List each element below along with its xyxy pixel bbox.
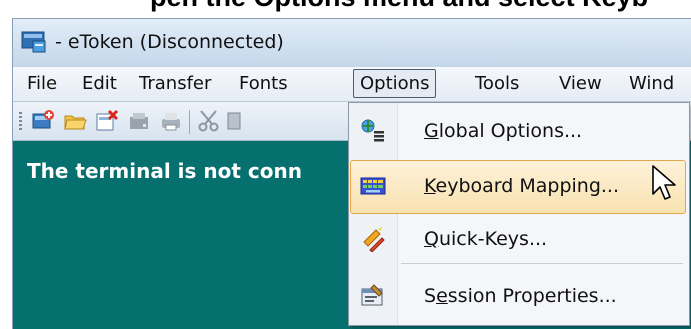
menu-item-label: Keyboard Mapping... bbox=[424, 175, 620, 197]
global-options-icon bbox=[361, 119, 384, 142]
title-bar: - eToken (Disconnected) bbox=[13, 19, 691, 67]
menu-separator bbox=[401, 263, 683, 264]
printer-icon[interactable] bbox=[159, 109, 183, 133]
cut-icon[interactable] bbox=[197, 109, 221, 133]
print-disabled-icon[interactable] bbox=[127, 109, 151, 133]
mouse-cursor-icon bbox=[652, 165, 676, 200]
menu-item-label: Global Options... bbox=[424, 120, 583, 142]
app-icon bbox=[21, 31, 46, 53]
window-title: - eToken (Disconnected) bbox=[55, 31, 284, 53]
new-session-icon[interactable] bbox=[31, 109, 55, 133]
toolbar-separator bbox=[189, 110, 190, 134]
menu-item-session-properties[interactable]: Session Properties... bbox=[351, 271, 685, 323]
menu-options[interactable]: Options bbox=[353, 69, 437, 98]
menu-item-label: Session Properties... bbox=[424, 285, 617, 307]
menu-transfer[interactable]: Transfer bbox=[133, 70, 217, 97]
session-properties-icon bbox=[361, 284, 383, 306]
toolbar-grip[interactable] bbox=[19, 112, 22, 132]
menu-window[interactable]: Wind bbox=[623, 70, 680, 97]
close-session-icon[interactable] bbox=[95, 109, 119, 133]
menu-view[interactable]: View bbox=[553, 70, 608, 97]
menu-item-keyboard-mapping[interactable]: Keyboard Mapping... bbox=[350, 160, 686, 214]
terminal-status-message: The terminal is not conn bbox=[27, 159, 302, 183]
menu-file[interactable]: File bbox=[21, 70, 63, 97]
menu-item-quick-keys[interactable]: Quick-Keys... bbox=[351, 214, 685, 266]
menu-item-label: Quick-Keys... bbox=[424, 228, 548, 250]
copy-icon[interactable] bbox=[227, 109, 241, 133]
menu-bar: File Edit Transfer Fonts Options Tools V… bbox=[13, 67, 691, 102]
cropped-heading-text: pen the Options menu and select Keyb bbox=[150, 0, 691, 12]
quick-keys-icon bbox=[363, 227, 385, 252]
menu-item-global-options[interactable]: Global Options... bbox=[351, 106, 685, 158]
keyboard-icon bbox=[360, 177, 386, 195]
menu-tools[interactable]: Tools bbox=[469, 70, 525, 97]
menu-edit[interactable]: Edit bbox=[76, 70, 123, 97]
options-dropdown-menu: Global Options... Keyboard Mapping... Qu… bbox=[348, 102, 690, 326]
open-folder-icon[interactable] bbox=[63, 109, 87, 133]
menu-fonts[interactable]: Fonts bbox=[233, 70, 294, 97]
